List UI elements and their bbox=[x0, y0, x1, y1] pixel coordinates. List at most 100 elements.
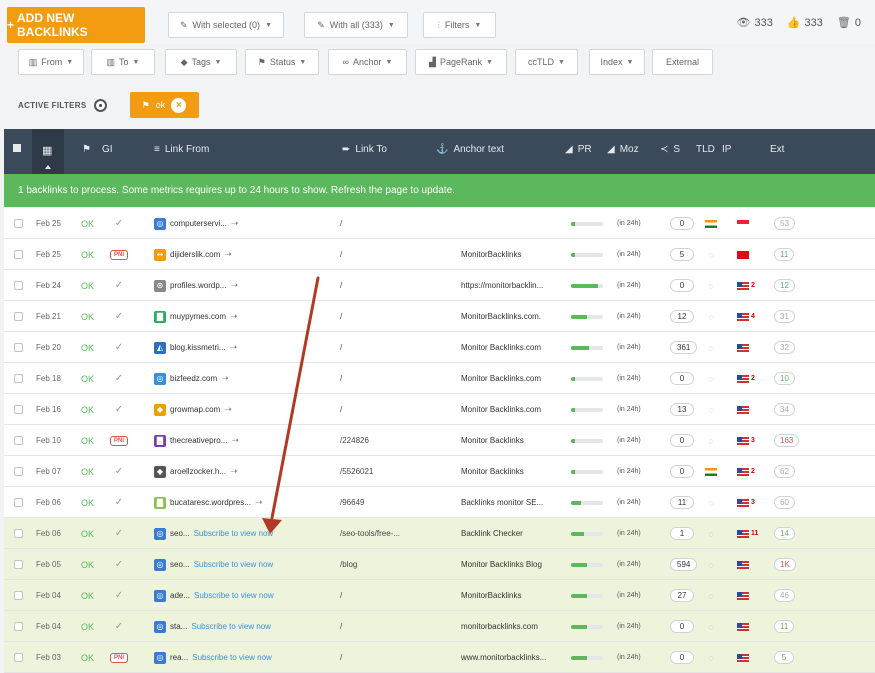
external-arrow-icon[interactable]: ➝ bbox=[231, 435, 239, 446]
external-arrow-icon[interactable]: ➝ bbox=[255, 497, 263, 508]
row-link-from[interactable]: ◎ computerservi... ➝ bbox=[154, 208, 238, 239]
row-link-to[interactable]: / bbox=[340, 611, 342, 642]
trash-stat[interactable]: 🗑 0 bbox=[837, 16, 861, 30]
filter-tags-dropdown[interactable]: ◆ Tags ▼ bbox=[165, 49, 237, 75]
with-all-dropdown[interactable]: ✎ With all (333) ▼ bbox=[304, 12, 408, 38]
row-checkbox[interactable] bbox=[14, 611, 23, 642]
table-row[interactable]: Feb 04 OK ✓ ◎ ade... Subscribe to view now / Mo… bbox=[4, 580, 875, 611]
table-row[interactable]: Feb 16 OK ✓ ◆ growmap.com ➝ / Monitor Backlinks… bbox=[4, 394, 875, 425]
row-link-from[interactable]: ▇ muypymes.com ➝ bbox=[154, 301, 238, 332]
row-checkbox[interactable] bbox=[14, 425, 23, 456]
row-checkbox[interactable] bbox=[14, 239, 23, 270]
subscribe-link[interactable]: Subscribe to view now bbox=[194, 529, 274, 538]
column-pr[interactable]: ◢ PR bbox=[565, 144, 592, 155]
filter-to-dropdown[interactable]: ▥ To ▼ bbox=[91, 49, 155, 75]
filter-from-dropdown[interactable]: ▥ From ▼ bbox=[18, 49, 84, 75]
row-link-from[interactable]: ◎ rea... Subscribe to view now bbox=[154, 642, 272, 673]
calendar-icon[interactable]: ▦ bbox=[42, 144, 52, 157]
row-link-from[interactable]: ◎ seo... Subscribe to view now bbox=[154, 549, 273, 580]
filter-status-dropdown[interactable]: ⚑ Status ▼ bbox=[245, 49, 319, 75]
external-arrow-icon[interactable]: ➝ bbox=[230, 311, 238, 322]
row-checkbox[interactable] bbox=[14, 363, 23, 394]
row-link-to[interactable]: / bbox=[340, 208, 342, 239]
external-arrow-icon[interactable]: ➝ bbox=[230, 342, 238, 353]
row-checkbox[interactable] bbox=[14, 518, 23, 549]
remove-filter-icon[interactable]: × bbox=[171, 97, 187, 113]
column-gi[interactable]: ⚑ GI bbox=[82, 144, 113, 155]
external-arrow-icon[interactable]: ➝ bbox=[221, 373, 229, 384]
row-link-to[interactable]: / bbox=[340, 363, 342, 394]
row-checkbox[interactable] bbox=[14, 549, 23, 580]
table-row[interactable]: Feb 21 OK ✓ ▇ muypymes.com ➝ / MonitorBacklinks… bbox=[4, 301, 875, 332]
row-link-from[interactable]: ◎ sta... Subscribe to view now bbox=[154, 611, 271, 642]
filter-anchor-dropdown[interactable]: ∞ Anchor ▼ bbox=[328, 49, 407, 75]
row-link-to[interactable]: / bbox=[340, 642, 342, 673]
column-link-to[interactable]: ➨ Link To bbox=[342, 144, 387, 155]
column-social[interactable]: ≺ S bbox=[660, 144, 680, 155]
subscribe-link[interactable]: Subscribe to view now bbox=[191, 622, 271, 631]
row-link-to[interactable]: / bbox=[340, 301, 342, 332]
filters-dropdown[interactable]: ⫶ Filters ▼ bbox=[423, 12, 496, 38]
row-link-to[interactable]: /96649 bbox=[340, 487, 364, 518]
row-checkbox[interactable] bbox=[14, 301, 23, 332]
subscribe-link[interactable]: Subscribe to view now bbox=[194, 591, 274, 600]
row-checkbox[interactable] bbox=[14, 332, 23, 363]
column-ext[interactable]: Ext bbox=[770, 144, 784, 155]
table-row[interactable]: Feb 18 OK ✓ ◎ bizfeedz.com ➝ / Monitor Backlink… bbox=[4, 363, 875, 394]
select-all-checkbox[interactable] bbox=[13, 144, 21, 152]
row-link-to[interactable]: / bbox=[340, 270, 342, 301]
table-row[interactable]: Feb 03 OK PNI ◎ rea... Subscribe to view now /… bbox=[4, 642, 875, 673]
row-link-to[interactable]: / bbox=[340, 239, 342, 270]
filter-cctld-dropdown[interactable]: ccTLD ▼ bbox=[515, 49, 578, 75]
clear-filters-icon[interactable] bbox=[93, 98, 107, 112]
row-checkbox[interactable] bbox=[14, 487, 23, 518]
row-checkbox[interactable] bbox=[14, 456, 23, 487]
active-filter-chip[interactable]: ⚑ ok × bbox=[129, 92, 199, 118]
row-link-to[interactable]: /224826 bbox=[340, 425, 369, 456]
external-arrow-icon[interactable]: ➝ bbox=[224, 249, 232, 260]
column-anchor-text[interactable]: ⚓ Anchor text bbox=[436, 144, 504, 155]
subscribe-link[interactable]: Subscribe to view now bbox=[192, 653, 272, 662]
row-link-from[interactable]: ⊛ profiles.wordp... ➝ bbox=[154, 270, 238, 301]
row-link-from[interactable]: ↭ dijiderslik.com ➝ bbox=[154, 239, 232, 270]
row-link-from[interactable]: ◭ blog.kissmetri... ➝ bbox=[154, 332, 237, 363]
add-new-backlinks-button[interactable]: + ADD NEW BACKLINKS bbox=[7, 7, 145, 43]
row-link-from[interactable]: ◎ bizfeedz.com ➝ bbox=[154, 363, 229, 394]
row-link-from[interactable]: ▇ bucataresc.wordpres... ➝ bbox=[154, 487, 262, 518]
external-arrow-icon[interactable]: ➝ bbox=[230, 280, 238, 291]
table-row[interactable]: Feb 06 OK ✓ ◎ seo... Subscribe to view now/se… bbox=[4, 518, 875, 549]
subscribe-link[interactable]: Subscribe to view now bbox=[194, 560, 274, 569]
external-arrow-icon[interactable]: ➝ bbox=[224, 404, 232, 415]
row-link-to[interactable]: / bbox=[340, 580, 342, 611]
column-ip[interactable]: IP bbox=[722, 144, 731, 155]
table-row[interactable]: Feb 05 OK ✓ ◎ seo... Subscribe to view now/bl… bbox=[4, 549, 875, 580]
row-link-from[interactable]: ◎ ade... Subscribe to view now bbox=[154, 580, 274, 611]
row-link-from[interactable]: ◆ aroellzocker.h... ➝ bbox=[154, 456, 238, 487]
external-arrow-icon[interactable]: ➝ bbox=[231, 218, 239, 229]
row-checkbox[interactable] bbox=[14, 580, 23, 611]
row-checkbox[interactable] bbox=[14, 642, 23, 673]
table-row[interactable]: Feb 06 OK ✓ ▇ bucataresc.wordpres... ➝ /96649 B… bbox=[4, 487, 875, 518]
column-moz[interactable]: ◢ Moz bbox=[607, 144, 639, 155]
row-link-from[interactable]: ◆ growmap.com ➝ bbox=[154, 394, 232, 425]
table-row[interactable]: Feb 25 OK PNI ↭ dijiderslik.com ➝ / MonitorBack… bbox=[4, 239, 875, 270]
with-selected-dropdown[interactable]: ✎ With selected (0) ▼ bbox=[168, 12, 284, 38]
table-row[interactable]: Feb 10 OK PNI ▇ thecreativepro... ➝ /224826 Mon… bbox=[4, 425, 875, 456]
row-checkbox[interactable] bbox=[14, 270, 23, 301]
column-tld[interactable]: TLD bbox=[696, 144, 715, 155]
row-link-to[interactable]: /blog bbox=[340, 549, 357, 580]
table-row[interactable]: Feb 20 OK ✓ ◭ blog.kissmetri... ➝ / Monitor Bac… bbox=[4, 332, 875, 363]
table-row[interactable]: Feb 04 OK ✓ ◎ sta... Subscribe to view now / mo… bbox=[4, 611, 875, 642]
table-row[interactable]: Feb 07 OK ✓ ◆ aroellzocker.h... ➝ /5526021 Moni… bbox=[4, 456, 875, 487]
table-row[interactable]: Feb 25 OK ✓ ◎ computerservi... ➝ / (in 24h) 0 53 bbox=[4, 208, 875, 239]
column-link-from[interactable]: ≡ Link From bbox=[154, 144, 209, 155]
table-row[interactable]: Feb 24 OK ✓ ⊛ profiles.wordp... ➝ / https://mon… bbox=[4, 270, 875, 301]
filter-index-dropdown[interactable]: Index ▼ bbox=[589, 49, 645, 75]
row-link-from[interactable]: ◎ seo... Subscribe to view now bbox=[154, 518, 273, 549]
row-link-to[interactable]: /seo-tools/free-... bbox=[340, 518, 400, 549]
row-checkbox[interactable] bbox=[14, 394, 23, 425]
filter-external-button[interactable]: External bbox=[652, 49, 713, 75]
row-link-to[interactable]: /5526021 bbox=[340, 456, 373, 487]
row-checkbox[interactable] bbox=[14, 208, 23, 239]
row-link-to[interactable]: / bbox=[340, 394, 342, 425]
